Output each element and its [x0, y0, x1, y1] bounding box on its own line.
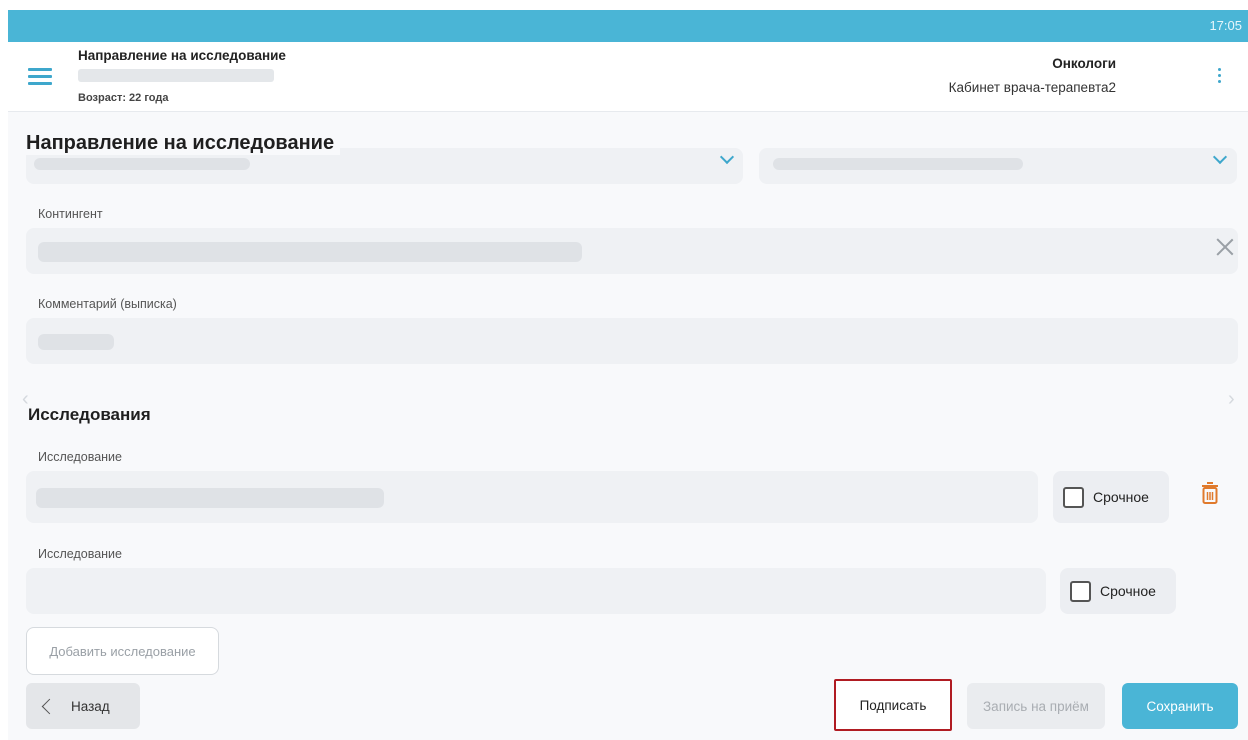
study-label: Исследование: [38, 450, 122, 464]
page-title: Направление на исследование: [26, 132, 341, 155]
dropdown-right[interactable]: [759, 148, 1237, 184]
urgent-label: Срочное: [1093, 489, 1149, 505]
urgent-checkbox[interactable]: Срочное: [1053, 471, 1169, 523]
room-name: Кабинет врача-терапевта2: [948, 80, 1116, 95]
trash-icon[interactable]: [1200, 481, 1220, 507]
checkbox-icon: [1070, 580, 1091, 602]
status-bar: 17:05: [8, 10, 1248, 42]
back-button-label: Назад: [71, 698, 110, 714]
urgent-checkbox[interactable]: Срочное: [1060, 568, 1176, 614]
contingent-label: Контингент: [38, 207, 103, 221]
studies-section-title: Исследования: [28, 405, 151, 424]
urgent-label: Срочное: [1100, 583, 1156, 599]
study-label: Исследование: [38, 547, 122, 561]
sign-button[interactable]: Подписать: [834, 679, 952, 731]
department-name: Онкологи: [1052, 56, 1116, 71]
chevron-down-icon: [1212, 149, 1228, 165]
menu-icon[interactable]: [28, 68, 52, 85]
appointment-button[interactable]: Запись на приём: [967, 683, 1105, 729]
save-button[interactable]: Сохранить: [1122, 683, 1238, 729]
clock: 17:05: [1209, 18, 1242, 33]
main-content: Направление на исследование Контингент К…: [8, 112, 1248, 740]
comment-field[interactable]: [26, 318, 1238, 364]
carousel-next-icon[interactable]: ›: [1228, 388, 1235, 411]
back-button[interactable]: Назад: [26, 683, 140, 729]
chevron-left-icon: [41, 698, 58, 714]
chevron-down-icon: [719, 149, 735, 165]
checkbox-icon: [1063, 486, 1084, 508]
more-options-icon[interactable]: [1216, 68, 1222, 86]
patient-name-redacted: [78, 69, 274, 82]
app-header: Направление на исследование Возраст: 22 …: [8, 42, 1248, 112]
contingent-field[interactable]: [26, 228, 1238, 274]
clear-icon[interactable]: [1216, 238, 1234, 256]
study-field[interactable]: [26, 471, 1038, 523]
patient-age: Возраст: 22 года: [78, 92, 169, 104]
header-title: Направление на исследование: [78, 48, 286, 63]
add-study-button[interactable]: Добавить исследование: [26, 627, 219, 675]
comment-label: Комментарий (выписка): [38, 297, 177, 311]
study-field-empty[interactable]: [26, 568, 1046, 614]
